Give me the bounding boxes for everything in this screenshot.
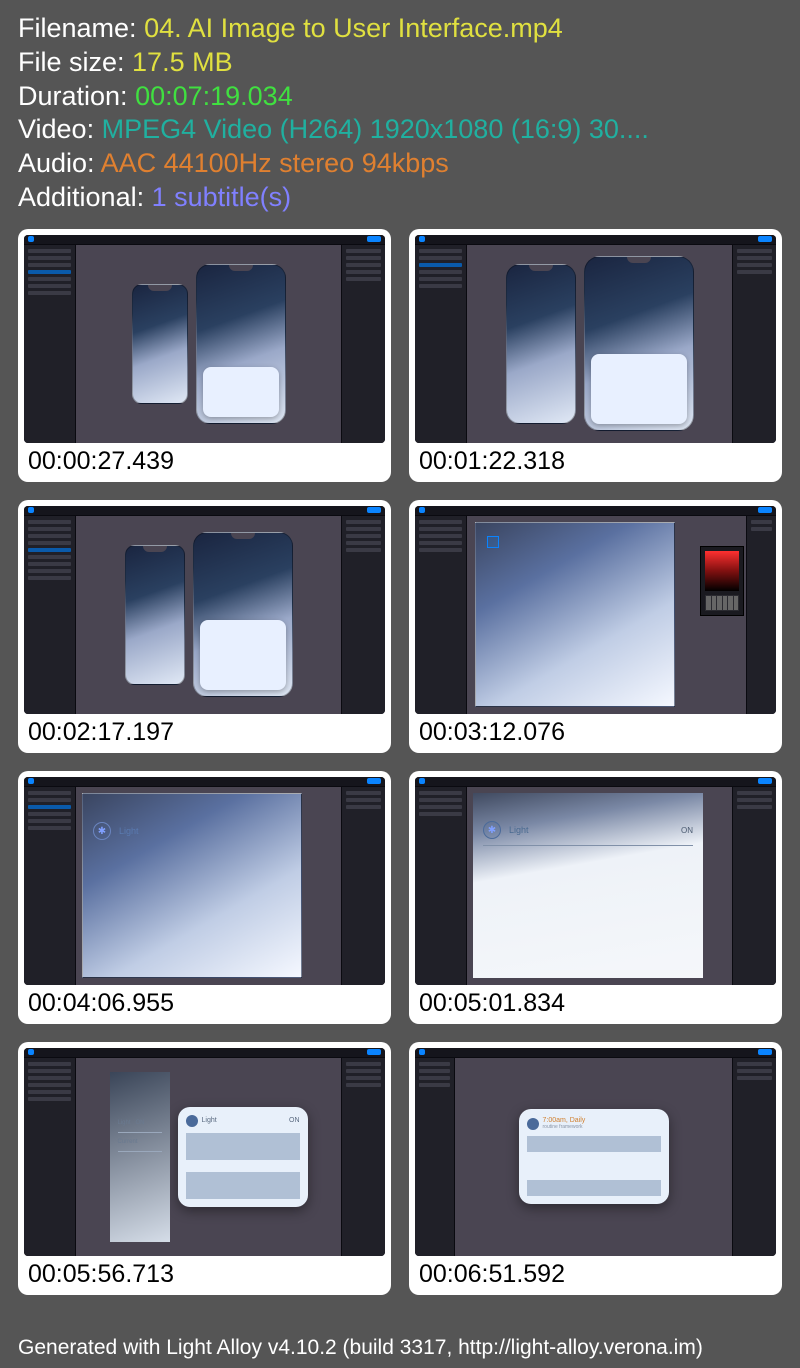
thumbnail-card: Light ON Current LightON xyxy=(18,1042,391,1295)
thumbnail-card: ✱ Light 00:04:06.955 xyxy=(18,771,391,1024)
metadata-block: Filename: 04. AI Image to User Interface… xyxy=(0,0,800,223)
filename-line: Filename: 04. AI Image to User Interface… xyxy=(18,12,782,46)
thumbnail-image: ✱ Light xyxy=(24,777,385,985)
filename-value: 04. AI Image to User Interface.mp4 xyxy=(144,13,563,43)
duration-line: Duration: 00:07:19.034 xyxy=(18,80,782,114)
video-line: Video: MPEG4 Video (H264) 1920x1080 (16:… xyxy=(18,113,782,147)
timestamp: 00:02:17.197 xyxy=(18,714,391,753)
thumbnail-card: 7:00am, Dailyroutine framework 00:06:51.… xyxy=(409,1042,782,1295)
filesize-line: File size: 17.5 MB xyxy=(18,46,782,80)
audio-line: Audio: AAC 44100Hz stereo 94kbps xyxy=(18,147,782,181)
video-value: MPEG4 Video (H264) 1920x1080 (16:9) 30..… xyxy=(102,114,649,144)
thumbnail-card: 00:02:17.197 xyxy=(18,500,391,753)
thumbnail-image xyxy=(415,235,776,443)
thumbnail-image xyxy=(24,235,385,443)
duration-value: 00:07:19.034 xyxy=(135,81,293,111)
timestamp: 00:05:01.834 xyxy=(409,985,782,1024)
thumbnail-card: 00:01:22.318 xyxy=(409,229,782,482)
timestamp: 00:06:51.592 xyxy=(409,1256,782,1295)
audio-label: Audio: xyxy=(18,148,101,178)
thumbnail-image xyxy=(415,506,776,714)
filename-label: Filename: xyxy=(18,13,144,43)
thumbnail-image: ✱ Light ON xyxy=(415,777,776,985)
additional-line: Additional: 1 subtitle(s) xyxy=(18,181,782,215)
duration-label: Duration: xyxy=(18,81,135,111)
footer-text: Generated with Light Alloy v4.10.2 (buil… xyxy=(18,1336,703,1360)
timestamp: 00:00:27.439 xyxy=(18,443,391,482)
thumbnail-card: ✱ Light ON 00:05:01.834 xyxy=(409,771,782,1024)
additional-label: Additional: xyxy=(18,182,152,212)
additional-value: 1 subtitle(s) xyxy=(152,182,292,212)
timestamp: 00:05:56.713 xyxy=(18,1256,391,1295)
timestamp: 00:04:06.955 xyxy=(18,985,391,1024)
filesize-value: 17.5 MB xyxy=(132,47,233,77)
timestamp: 00:01:22.318 xyxy=(409,443,782,482)
filesize-label: File size: xyxy=(18,47,132,77)
thumbnail-grid: 00:00:27.439 00:01:22.318 xyxy=(0,223,800,1295)
audio-value: AAC 44100Hz stereo 94kbps xyxy=(101,148,449,178)
timestamp: 00:03:12.076 xyxy=(409,714,782,753)
video-label: Video: xyxy=(18,114,102,144)
thumbnail-image: 7:00am, Dailyroutine framework xyxy=(415,1048,776,1256)
thumbnail-image xyxy=(24,506,385,714)
thumbnail-card: 00:00:27.439 xyxy=(18,229,391,482)
thumbnail-image: Light ON Current LightON xyxy=(24,1048,385,1256)
thumbnail-card: 00:03:12.076 xyxy=(409,500,782,753)
